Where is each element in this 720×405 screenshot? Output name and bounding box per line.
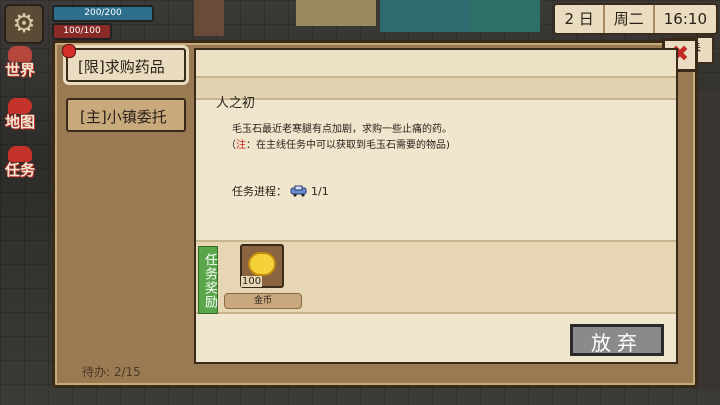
- reward-item-name: 金币: [224, 293, 302, 309]
- panel-subheader-strip: [196, 78, 676, 100]
- nav-map[interactable]: 地图: [2, 98, 38, 130]
- stamina-text: 100/100: [63, 26, 101, 36]
- quest-detail-panel: 人之初 毛玉石最近老寒腿有点加剧，求购一些止痛的药。 （注：在主线任务中可以获取…: [194, 48, 678, 364]
- quest-description: 毛玉石最近老寒腿有点加剧，求购一些止痛的药。: [232, 124, 452, 135]
- reward-item-count: 100: [241, 276, 263, 287]
- background-rug: [296, 0, 376, 26]
- task-icon: [8, 146, 32, 162]
- quest-note: （注：在主线任务中可以获取到毛玉石需要的物品): [226, 140, 450, 151]
- reward-tag: 任务奖励: [198, 246, 218, 314]
- note-text: ：在主线任务中可以获取到毛玉石需要的物品): [246, 140, 450, 151]
- delivery-car-icon: [290, 185, 307, 197]
- background-painting: [194, 0, 224, 36]
- map-pin-icon: [8, 98, 32, 114]
- gold-coin-icon: [248, 252, 276, 276]
- day-label: 2 日: [555, 5, 605, 33]
- quest-title: 人之初: [216, 96, 256, 111]
- weekday-label: 周二: [605, 5, 655, 33]
- people-icon: [8, 46, 32, 62]
- panel-header-strip: [196, 50, 676, 78]
- abandon-button[interactable]: 放弃: [570, 324, 664, 356]
- quest-tab-main-label: [主]小镇委托: [80, 108, 167, 126]
- health-text: 200/200: [84, 8, 122, 18]
- background-window: [380, 0, 470, 32]
- background-carpet: [470, 0, 540, 32]
- health-bar: 200/200: [52, 5, 154, 22]
- quest-tab-limited[interactable]: [限]求购药品: [62, 44, 186, 82]
- nav-tasks-label: 任务: [4, 161, 35, 179]
- note-label: 注: [236, 140, 246, 151]
- progress-label: 任务进程：: [232, 185, 287, 198]
- nav-world-label: 世界: [4, 61, 35, 79]
- todo-count: 待办: 2/15: [82, 365, 141, 379]
- time-label: 16:10: [663, 10, 707, 28]
- settings-gear-icon[interactable]: ⚙: [4, 4, 44, 44]
- nav-map-label: 地图: [4, 113, 35, 131]
- progress-value: 1/1: [311, 184, 329, 198]
- quest-tab-limited-label: [限]求购药品: [78, 58, 165, 76]
- nav-world[interactable]: 世界: [2, 46, 38, 78]
- nav-tasks[interactable]: 任务: [2, 146, 38, 178]
- new-dot-icon: [62, 44, 76, 58]
- quest-tab-main[interactable]: [主]小镇委托: [66, 98, 186, 132]
- time-panel: 2 日 周二 16:10: [553, 3, 718, 35]
- quest-progress: 任务进程： 1/1: [232, 183, 329, 199]
- stamina-bar: 100/100: [52, 23, 112, 40]
